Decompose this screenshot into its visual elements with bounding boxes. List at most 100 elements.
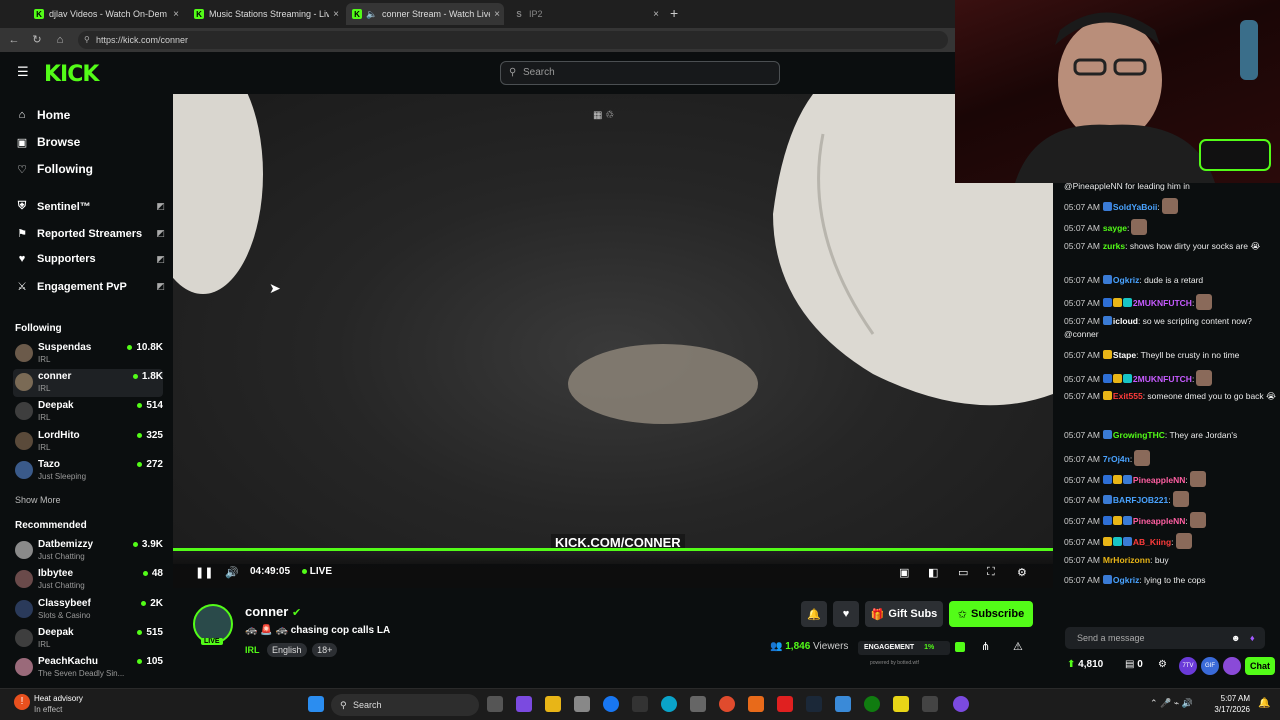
browser-tab-active[interactable]: K 🔈 conner Stream - Watch Live o × (346, 3, 504, 25)
tag[interactable]: 18+ (312, 643, 338, 657)
chat-username[interactable]: 2MUKNFUTCH (1133, 374, 1192, 384)
channel-item[interactable]: Ibbytee Just Chatting 48 (13, 566, 163, 594)
chat-username[interactable]: GrowingTHC (1113, 430, 1165, 440)
chat-username[interactable]: PineappleNN (1133, 516, 1185, 526)
chat-username[interactable]: AB_Kiing (1133, 537, 1171, 547)
streamer-name[interactable]: conner (245, 604, 288, 619)
channel-item[interactable]: Datbemizzy Just Chatting 3.9K (13, 537, 163, 565)
clip-button[interactable]: ◧ (928, 566, 938, 579)
clock-time[interactable]: 5:07 AM (1210, 694, 1250, 703)
sidebar-item-sentinel[interactable]: ⛨ Sentinel™ ◩ (15, 200, 165, 213)
progress-bar[interactable] (173, 548, 1053, 551)
channel-item[interactable]: conner IRL 1.8K (13, 369, 163, 397)
video-player[interactable]: ▦ ♲ KICK.COM/CONNER ➤ (173, 94, 1053, 564)
gif-icon[interactable]: GIF (1201, 657, 1219, 675)
chrome-icon[interactable] (719, 696, 735, 712)
volume-button[interactable]: 🔊 (225, 566, 239, 579)
close-icon[interactable]: × (169, 9, 183, 20)
show-more-link[interactable]: Show More (15, 495, 61, 505)
edge-icon[interactable] (661, 696, 677, 712)
settings-icon[interactable] (922, 696, 938, 712)
chat-username[interactable]: BARFJOB221 (1113, 495, 1168, 505)
menu-icon[interactable]: ☰ (17, 65, 31, 78)
sidebar-item-supporters[interactable]: ♥ Supporters ◩ (15, 253, 165, 265)
file-explorer-icon[interactable] (545, 696, 561, 712)
extension-icon[interactable]: 7TV (1179, 657, 1197, 675)
chat-username[interactable]: MrHorizonn (1103, 555, 1150, 565)
browser-tab[interactable]: K Music Stations Streaming - Live St × (188, 3, 343, 25)
weather-title[interactable]: Heat advisory (34, 694, 83, 703)
chat-settings-icon[interactable]: ⚙ (1158, 659, 1167, 670)
tray-icons[interactable]: ⌃ 🎤 ⌁ 🔊 (1150, 698, 1193, 709)
site-info-icon[interactable]: ⚲ (84, 31, 90, 49)
channel-item[interactable]: Suspendas IRL 10.8K (13, 340, 163, 368)
chat-input[interactable]: Send a message ☻ ♦ (1065, 627, 1265, 649)
points-display[interactable]: ⬆ 4,810 (1067, 659, 1103, 670)
app-icon[interactable] (835, 696, 851, 712)
sidebar-item-browse[interactable]: ▣ Browse (15, 135, 165, 149)
youtube-icon[interactable] (777, 696, 793, 712)
url-field[interactable]: ⚲ https://kick.com/conner (78, 31, 948, 49)
chat-username[interactable]: Exit555 (1113, 391, 1143, 401)
close-icon[interactable]: × (490, 9, 504, 20)
gift-count[interactable]: ▤ 0 (1125, 659, 1143, 670)
gift-subs-button[interactable]: 🎁 Gift Subs (865, 601, 943, 627)
miniplayer-button[interactable]: ▣ (899, 566, 909, 579)
sidebar-item-home[interactable]: ⌂ Home (15, 108, 165, 122)
chat-username[interactable]: Ogkriz (1113, 275, 1139, 285)
share-icon[interactable]: ⋔ (981, 640, 990, 653)
browser-tab[interactable]: K djlav Videos - Watch On-Dem × (28, 3, 183, 25)
store-icon[interactable] (574, 696, 590, 712)
theater-button[interactable]: ▭ (958, 566, 968, 579)
steam-icon[interactable] (806, 696, 822, 712)
report-icon[interactable]: ⚠ (1013, 640, 1023, 653)
task-view-icon[interactable] (487, 696, 503, 712)
extension-icon[interactable] (1223, 657, 1241, 675)
chat-username[interactable]: zurks (1103, 241, 1125, 251)
channel-item[interactable]: Tazo Just Sleeping 272 (13, 457, 163, 485)
chat-username[interactable]: 2MUKNFUTCH (1133, 298, 1192, 308)
obs-icon[interactable] (953, 696, 969, 712)
start-icon[interactable] (308, 696, 324, 712)
weather-alert-icon[interactable]: ! (14, 694, 30, 710)
fullscreen-button[interactable]: ⛶ (987, 566, 995, 579)
channel-item[interactable]: Deepak IRL 514 (13, 398, 163, 426)
notification-bell-icon[interactable]: 🔔 (801, 601, 827, 627)
copilot-icon[interactable] (516, 696, 532, 712)
chat-username[interactable]: sayge (1103, 223, 1127, 233)
purple-badge-icon[interactable]: ♦ (1250, 627, 1255, 649)
chat-username[interactable]: PineappleNN (1133, 475, 1185, 485)
follow-heart-icon[interactable]: ♥ (833, 601, 859, 627)
close-icon[interactable]: × (329, 9, 343, 20)
facebook-icon[interactable] (603, 696, 619, 712)
calculator-icon[interactable] (690, 696, 706, 712)
chat-username[interactable]: Ogkriz (1113, 575, 1139, 585)
channel-item[interactable]: LordHito IRL 325 (13, 428, 163, 456)
sidebar-item-engagement[interactable]: ⚔ Engagement PvP ◩ (15, 280, 165, 294)
amazon-icon[interactable] (632, 696, 648, 712)
close-icon[interactable]: × (649, 9, 663, 20)
send-chat-button[interactable]: Chat (1245, 657, 1275, 675)
subscribe-button[interactable]: ✩ Subscribe (949, 601, 1033, 627)
pause-button[interactable]: ❚❚ (195, 566, 213, 579)
channel-item[interactable]: Deepak IRL 515 (13, 625, 163, 653)
sidebar-item-reported[interactable]: ⚑ Reported Streamers ◩ (15, 227, 165, 241)
browser-tab[interactable]: S IP2 × (508, 3, 663, 25)
channel-item[interactable]: Classybeef Slots & Casino 2K (13, 596, 163, 624)
tag[interactable]: English (267, 643, 307, 657)
settings-icon[interactable]: ⚙ (1017, 566, 1027, 579)
clock-date[interactable]: 3/17/2026 (1202, 705, 1250, 714)
chat-username[interactable]: 7rOj4n (1103, 454, 1130, 464)
chat-username[interactable]: Stape (1113, 350, 1136, 360)
channel-item[interactable]: PeachKachu The Seven Deadly Sin... 105 (13, 654, 163, 682)
chat-username[interactable]: SoldYaBoii (1113, 202, 1157, 212)
search-input[interactable]: ⚲ Search (500, 61, 780, 85)
reload-icon[interactable]: ↻ (29, 32, 45, 48)
chat-username[interactable]: icloud (1113, 316, 1138, 326)
xbox-icon[interactable] (864, 696, 880, 712)
overlay-icons[interactable]: ▦ ♲ (593, 110, 614, 121)
emoji-icon[interactable]: ☻ (1231, 627, 1240, 649)
kick-logo[interactable]: KICK (44, 62, 99, 87)
notification-icon[interactable]: 🔔 (1258, 698, 1270, 709)
new-tab-button[interactable]: + (670, 5, 678, 21)
